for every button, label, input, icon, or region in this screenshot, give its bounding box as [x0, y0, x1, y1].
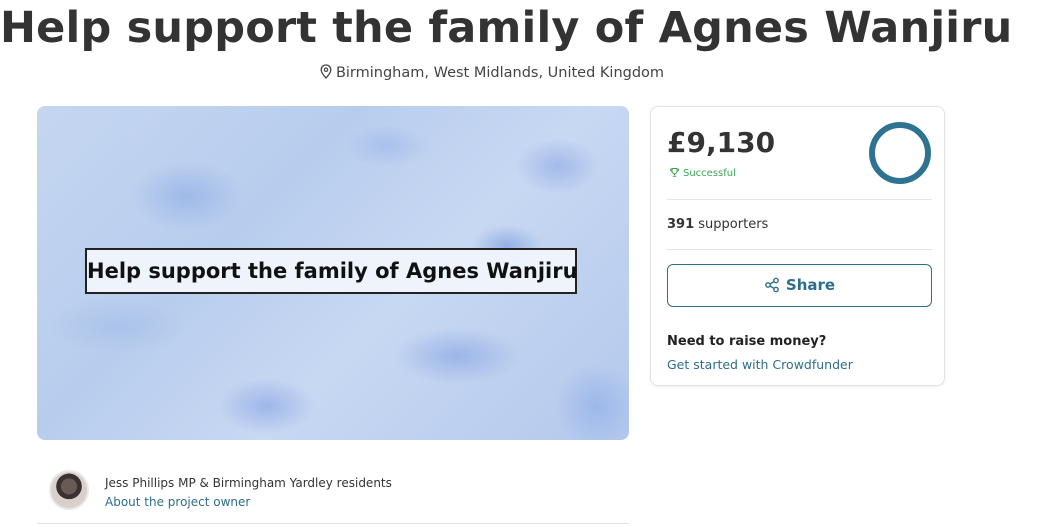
divider: [667, 199, 932, 200]
supporters-count: 391 supporters: [667, 215, 768, 235]
progress-ring: [868, 121, 932, 185]
amount-raised: £9,130: [667, 126, 776, 159]
owner-avatar[interactable]: [49, 470, 89, 510]
project-location: Birmingham, West Midlands, United Kingdo…: [0, 62, 984, 84]
about-owner-link[interactable]: About the project owner: [105, 493, 250, 511]
location-text: Birmingham, West Midlands, United Kingdo…: [335, 65, 665, 81]
funding-card: £9,130 Successful 391 supporters Share N…: [650, 106, 945, 386]
supporters-number: 391: [667, 217, 695, 232]
owner-name: Jess Phillips MP & Birmingham Yardley re…: [105, 476, 392, 490]
map-pin-icon: [320, 64, 332, 79]
divider: [667, 249, 932, 250]
trophy-icon: [669, 167, 680, 178]
project-page: Help support the family of Agnes Wanjiru…: [0, 0, 1047, 527]
supporters-label: supporters: [698, 217, 769, 232]
share-icon: [764, 268, 780, 293]
project-owner: Jess Phillips MP & Birmingham Yardley re…: [37, 462, 629, 527]
share-button[interactable]: Share: [667, 264, 932, 307]
raise-money-heading: Need to raise money?: [667, 334, 827, 349]
status-text: Successful: [683, 168, 736, 179]
project-hero-image: Help support the family of Agnes Wanjiru: [37, 106, 629, 440]
share-label: Share: [785, 276, 836, 294]
status-badge: Successful: [669, 167, 736, 181]
hero-caption: Help support the family of Agnes Wanjiru: [85, 248, 578, 294]
progress-ring-arc: [869, 122, 931, 184]
page-title: Help support the family of Agnes Wanjiru: [0, 3, 1013, 53]
divider: [37, 523, 629, 524]
get-started-link[interactable]: Get started with Crowdfunder: [667, 355, 853, 375]
